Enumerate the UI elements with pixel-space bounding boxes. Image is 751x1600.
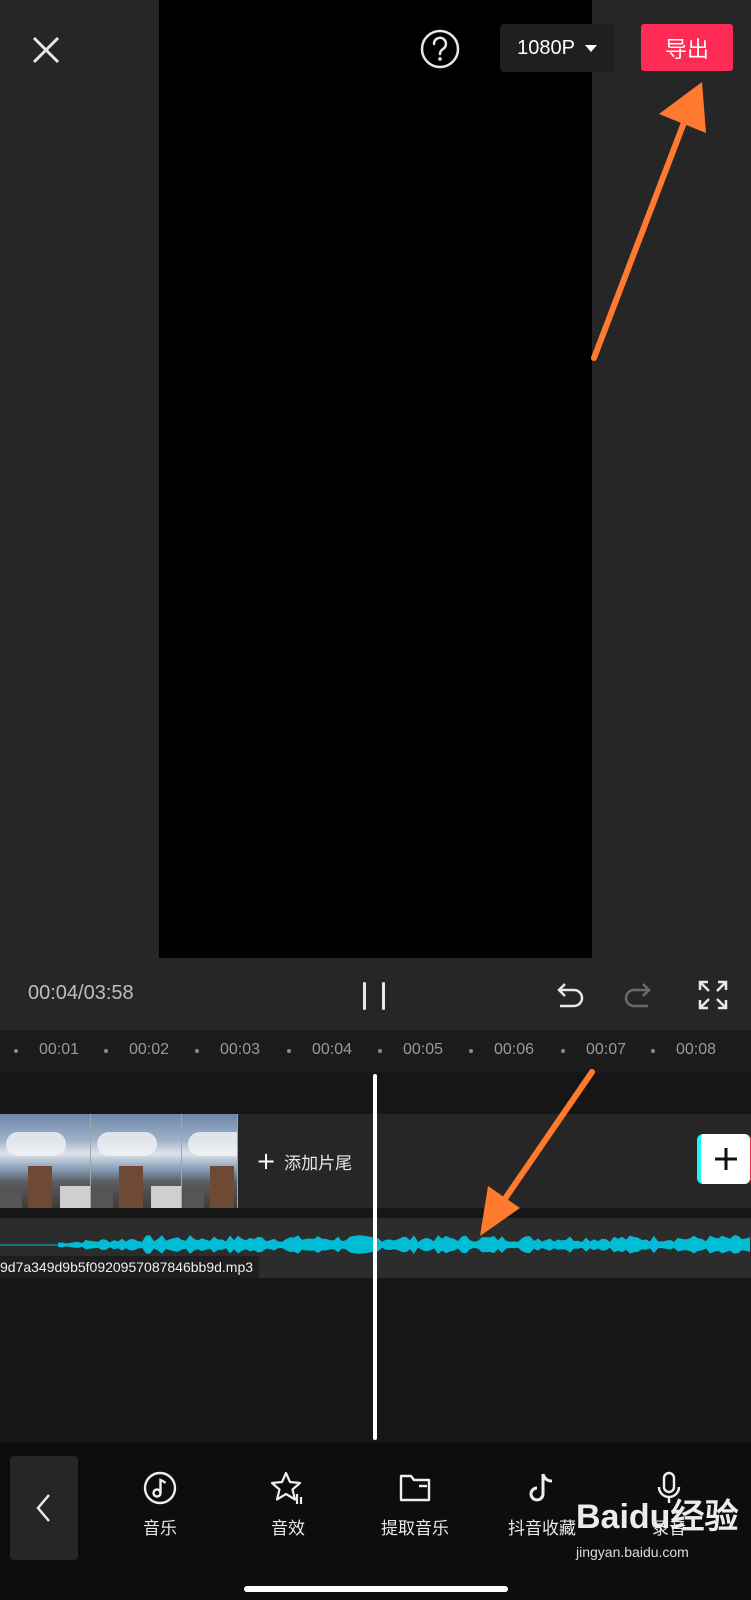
baidu-jingyan-logo: Baidu经验 [576,1497,738,1536]
ruler-dot [14,1049,18,1053]
tool-douyin-favorites-label: 抖音收藏 [508,1519,576,1539]
ruler-label: 00:06 [494,1041,535,1058]
timecode: 00:04/03:58 [28,982,134,1004]
tiktok-icon [529,1473,553,1502]
play-pause-button[interactable] [360,978,392,1014]
tool-extract-music[interactable]: 提取音乐 [360,1470,470,1539]
preview-area: 1080P 导出 00:04/03:58 [0,0,751,1030]
tool-sound-effects-label: 音效 [271,1519,305,1539]
tool-sound-effects[interactable]: 音效 [233,1470,343,1539]
plus-icon: + [256,1147,277,1175]
folder-icon [399,1474,431,1502]
ruler-dot [651,1049,655,1053]
ruler-label: 00:03 [220,1041,261,1058]
ruler-label: 00:07 [586,1041,627,1058]
ruler-dot [287,1049,291,1053]
ruler-label: 00:01 [39,1041,80,1058]
help-button[interactable] [419,28,461,70]
fullscreen-button[interactable] [696,978,730,1012]
ruler-dot [469,1049,473,1053]
audio-filename: 9d7a349d9b5f0920957087846bb9d.mp3 [0,1256,260,1278]
clip-thumbnail [182,1114,238,1208]
playhead[interactable] [373,1074,377,1440]
ruler-dot [104,1049,108,1053]
home-indicator [244,1586,508,1592]
caret-down-icon [584,44,597,52]
ruler-dot [195,1049,199,1053]
add-ending-label: 添加片尾 [284,1153,353,1174]
export-button[interactable]: 导出 [641,24,733,71]
sound-effect-star-icon [270,1471,303,1504]
resolution-value: 1080P [517,36,575,59]
clip-thumbnail [0,1114,91,1208]
tool-music[interactable]: 音乐 [105,1470,215,1539]
ruler-dot [561,1049,565,1053]
redo-button[interactable] [622,978,658,1014]
resolution-dropdown[interactable]: 1080P [500,24,614,72]
question-mark-icon [420,29,460,69]
ruler-label: 00:02 [129,1041,170,1058]
back-button[interactable] [10,1456,78,1560]
watermark: Baidu经验 jingyan.baidu.com [576,1484,746,1574]
ruler-label: 00:08 [676,1041,717,1058]
video-preview-canvas[interactable] [159,0,592,958]
tool-extract-music-label: 提取音乐 [381,1519,449,1539]
ruler-label: 00:05 [403,1041,444,1058]
clip-thumbnail [91,1114,182,1208]
tool-music-label: 音乐 [143,1519,177,1539]
time-ruler[interactable]: 00:01 00:02 00:03 00:04 00:05 00:06 00:0… [0,1030,751,1072]
add-ending-button[interactable]: + 添加片尾 [256,1148,352,1174]
watermark-logo-text: Baidu经验 [576,1497,738,1536]
video-clip[interactable] [0,1114,238,1208]
close-button[interactable] [24,28,68,72]
fullscreen-icon [698,980,728,1010]
undo-button[interactable] [550,978,586,1014]
pause-icon [363,982,385,1010]
chevron-left-icon [36,1494,50,1522]
undo-icon [557,983,584,1008]
close-icon [32,36,60,64]
plus-icon [715,1148,737,1170]
redo-icon [624,983,651,1008]
watermark-site: jingyan.baidu.com [576,1544,689,1560]
add-clip-button[interactable] [697,1134,751,1184]
ruler-dot [378,1049,382,1053]
ruler-label: 00:04 [312,1041,353,1058]
music-note-icon [143,1471,177,1505]
